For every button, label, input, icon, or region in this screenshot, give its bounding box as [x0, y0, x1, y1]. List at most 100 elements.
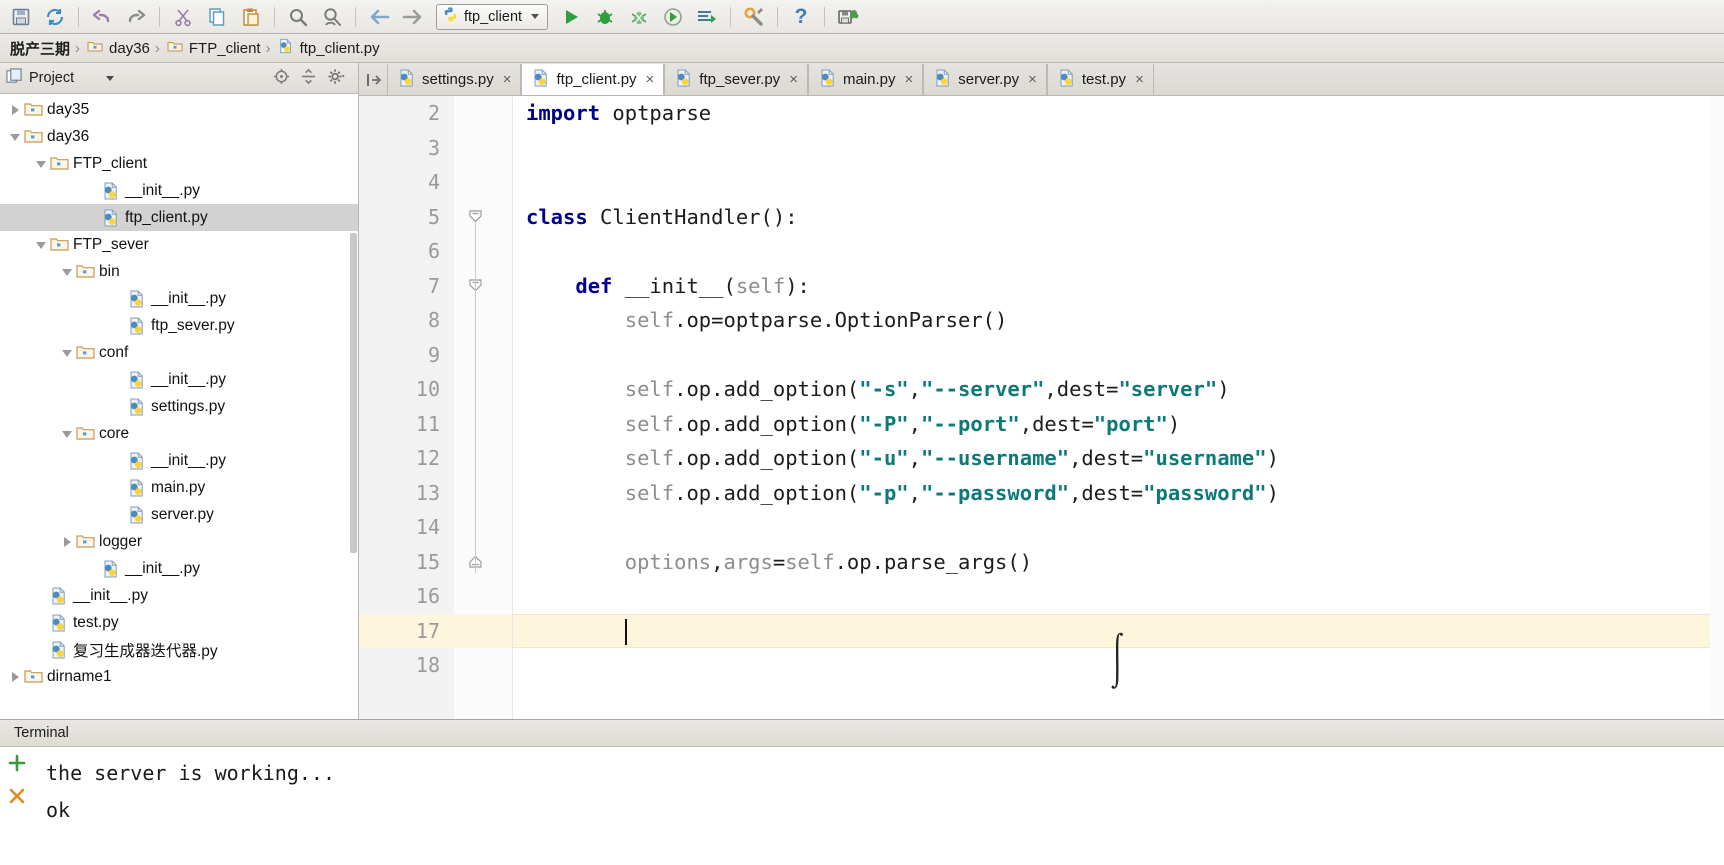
- profile-icon[interactable]: [656, 3, 690, 31]
- run-configuration-selector[interactable]: ftp_client: [436, 3, 549, 30]
- code-line[interactable]: options,args=self.op.parse_args(): [513, 545, 1724, 580]
- tree-node[interactable]: core: [0, 420, 358, 447]
- gear-icon[interactable]: [327, 68, 346, 89]
- chevron-down-icon[interactable]: [106, 75, 115, 81]
- tree-node[interactable]: __init__.py: [0, 366, 358, 393]
- breadcrumb-item-project[interactable]: 脱产三期: [4, 34, 74, 62]
- tree-node[interactable]: __init__.py: [0, 555, 358, 582]
- code-line[interactable]: self.op.add_option("-p","--password",des…: [513, 476, 1724, 511]
- chevron-right-icon[interactable]: [60, 534, 76, 550]
- code-line[interactable]: [513, 510, 1724, 545]
- tree-node[interactable]: settings.py: [0, 393, 358, 420]
- code-line[interactable]: self.op.add_option("-P","--port",dest="p…: [513, 407, 1724, 442]
- coverage-icon[interactable]: [622, 3, 656, 31]
- replace-icon[interactable]: [315, 3, 349, 31]
- cut-icon[interactable]: [166, 3, 200, 31]
- code-line[interactable]: import optparse: [513, 96, 1724, 131]
- tree-node[interactable]: 复习生成器迭代器.py: [0, 636, 358, 663]
- code-line[interactable]: [513, 579, 1724, 614]
- tree-node[interactable]: bin: [0, 258, 358, 285]
- tree-node[interactable]: dirname1: [0, 663, 358, 690]
- editor-tab[interactable]: test.py ×: [1046, 64, 1154, 95]
- chevron-down-icon[interactable]: [34, 237, 50, 253]
- show-tabs-icon[interactable]: [361, 64, 387, 95]
- save-icon[interactable]: [4, 3, 38, 31]
- tree-node[interactable]: logger: [0, 528, 358, 555]
- code-folding-gutter[interactable]: [454, 96, 513, 719]
- undo-icon[interactable]: [85, 3, 119, 31]
- editor-tab[interactable]: settings.py ×: [387, 64, 522, 95]
- breadcrumb-item-day36[interactable]: day36: [81, 34, 154, 62]
- breadcrumb-item-file[interactable]: ftp_client.py: [272, 34, 384, 62]
- close-tab-icon[interactable]: ×: [503, 71, 512, 88]
- sync-refresh-icon[interactable]: [38, 3, 72, 31]
- project-scrollbar[interactable]: [349, 63, 358, 719]
- chevron-down-icon[interactable]: [60, 426, 76, 442]
- find-icon[interactable]: [281, 3, 315, 31]
- save-all-icon[interactable]: [831, 3, 865, 31]
- help-icon[interactable]: ?: [784, 3, 818, 31]
- tree-node[interactable]: server.py: [0, 501, 358, 528]
- tree-node[interactable]: main.py: [0, 474, 358, 501]
- tree-node[interactable]: test.py: [0, 609, 358, 636]
- tree-node[interactable]: conf: [0, 339, 358, 366]
- tree-node[interactable]: __init__.py: [0, 582, 358, 609]
- code-line[interactable]: self.op.add_option("-s","--server",dest=…: [513, 372, 1724, 407]
- back-icon[interactable]: [362, 3, 396, 31]
- code-line[interactable]: [513, 131, 1724, 166]
- editor-tab[interactable]: main.py ×: [807, 64, 924, 95]
- editor-tab[interactable]: ftp_client.py ×: [521, 64, 665, 95]
- code-line[interactable]: [513, 338, 1724, 373]
- run-icon[interactable]: [554, 3, 588, 31]
- wrench-icon[interactable]: [737, 3, 771, 31]
- editor-scrollbar[interactable]: [1710, 96, 1724, 719]
- chevron-down-icon[interactable]: [34, 156, 50, 172]
- code-line[interactable]: self.op=optparse.OptionParser(): [513, 303, 1724, 338]
- chevron-right-icon[interactable]: [8, 102, 24, 118]
- close-tab-icon[interactable]: ×: [789, 71, 798, 88]
- tree-node[interactable]: __init__.py: [0, 285, 358, 312]
- tab-terminal[interactable]: Terminal: [6, 721, 77, 746]
- editor-tab[interactable]: ftp_sever.py ×: [664, 64, 808, 95]
- paste-icon[interactable]: [234, 3, 268, 31]
- tree-node[interactable]: ftp_client.py: [0, 204, 358, 231]
- close-tab-icon[interactable]: ×: [904, 71, 913, 88]
- tree-node[interactable]: day35: [0, 96, 358, 123]
- code-line[interactable]: self.op.add_option("-u","--username",des…: [513, 441, 1724, 476]
- code-line[interactable]: def __init__(self):: [513, 269, 1724, 304]
- chevron-right-icon[interactable]: [8, 669, 24, 685]
- tree-node[interactable]: __init__.py: [0, 447, 358, 474]
- code-line[interactable]: [513, 234, 1724, 269]
- close-tab-icon[interactable]: ×: [1028, 71, 1037, 88]
- project-panel-title[interactable]: Project: [6, 68, 115, 88]
- close-tab-icon[interactable]: ×: [1135, 71, 1144, 88]
- chevron-down-icon[interactable]: [60, 345, 76, 361]
- code-content[interactable]: ⌠ ⌡ import optparse class ClientHandler():…: [513, 96, 1724, 719]
- plus-icon[interactable]: [7, 753, 27, 778]
- tree-node[interactable]: FTP_client: [0, 150, 358, 177]
- terminal-output[interactable]: the server is working... ok: [34, 747, 1724, 865]
- chevron-down-icon[interactable]: [531, 14, 540, 19]
- breadcrumb-item-ftp-client[interactable]: FTP_client: [161, 34, 265, 62]
- collapse-all-icon[interactable]: [300, 68, 317, 89]
- code-line[interactable]: class ClientHandler():: [513, 200, 1724, 235]
- scroll-from-source-icon[interactable]: [273, 68, 290, 89]
- copy-icon[interactable]: [200, 3, 234, 31]
- tree-node[interactable]: ftp_sever.py: [0, 312, 358, 339]
- project-file-tree[interactable]: day35 day36 FTP_client __init__.py ftp_clien…: [0, 94, 358, 719]
- tree-node[interactable]: day36: [0, 123, 358, 150]
- close-tab-icon[interactable]: ×: [646, 71, 655, 88]
- redo-icon[interactable]: [119, 3, 153, 31]
- close-x-icon[interactable]: [7, 786, 27, 811]
- forward-icon[interactable]: [396, 3, 430, 31]
- chevron-down-icon[interactable]: [60, 264, 76, 280]
- run-with-console-icon[interactable]: [690, 3, 724, 31]
- project-scrollbar-thumb[interactable]: [350, 233, 357, 553]
- code-line[interactable]: [513, 165, 1724, 200]
- tree-node[interactable]: __init__.py: [0, 177, 358, 204]
- debug-icon[interactable]: [588, 3, 622, 31]
- chevron-down-icon[interactable]: [8, 129, 24, 145]
- editor-tab[interactable]: server.py ×: [923, 64, 1047, 95]
- code-editor[interactable]: 2 3 4 5 6 7 8 9 10 11 12 13 14 15 16 17 18 ⌠ ⌡ import opt…: [359, 96, 1724, 719]
- tree-node[interactable]: FTP_sever: [0, 231, 358, 258]
